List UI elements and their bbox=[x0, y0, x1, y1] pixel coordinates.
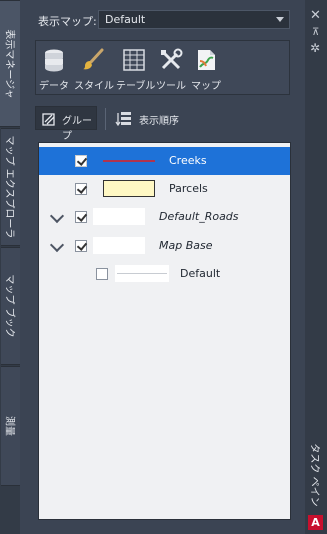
tools-label: ツール bbox=[156, 81, 186, 92]
layer-list[interactable]: Creeks Parcels Default_Roads Map Base De… bbox=[38, 142, 291, 520]
layer-row-parcels[interactable]: Parcels bbox=[39, 175, 290, 203]
map-select-value: Default bbox=[105, 13, 146, 26]
tab-map-explorer[interactable]: マップ エクスプローラ bbox=[1, 128, 20, 246]
style-button[interactable]: スタイル bbox=[74, 41, 114, 94]
database-icon bbox=[45, 49, 63, 72]
layer-name: Default bbox=[180, 267, 221, 280]
chevron-down-icon[interactable] bbox=[49, 208, 65, 224]
tab-survey[interactable]: 測量 bbox=[1, 366, 20, 486]
list-header: グループ 表示順序 bbox=[35, 106, 290, 142]
tab-label: 表示マネージャ bbox=[3, 28, 14, 99]
vertical-tab-strip: 表示マネージャ マップ エクスプローラ マップ ブック 測量 bbox=[0, 0, 21, 534]
chevron-down-icon[interactable] bbox=[49, 237, 65, 253]
layer-visibility-checkbox[interactable] bbox=[75, 240, 87, 252]
layer-visibility-checkbox[interactable] bbox=[75, 211, 87, 223]
map-select-label: 表示マップ: bbox=[38, 15, 97, 28]
group-icon bbox=[42, 113, 55, 126]
auto-hide-icon[interactable]: ⊼ bbox=[312, 27, 319, 38]
tab-display-manager[interactable]: 表示マネージャ bbox=[0, 0, 21, 127]
draw-order-icon bbox=[115, 112, 131, 127]
brush-icon bbox=[83, 48, 104, 70]
group-button-label: グループ bbox=[62, 116, 92, 142]
layer-row-creeks[interactable]: Creeks bbox=[39, 147, 290, 175]
layer-visibility-checkbox[interactable] bbox=[96, 268, 108, 280]
layer-swatch bbox=[93, 237, 145, 254]
data-label: データ bbox=[39, 81, 69, 92]
header-divider bbox=[105, 108, 106, 130]
map-button[interactable]: マップ bbox=[189, 41, 223, 94]
layer-row-default-roads[interactable]: Default_Roads bbox=[39, 203, 290, 231]
group-button[interactable]: グループ bbox=[35, 106, 97, 142]
layer-name: Parcels bbox=[169, 182, 208, 195]
layer-swatch bbox=[93, 208, 145, 225]
tab-label: マップ ブック bbox=[3, 274, 14, 338]
layer-name: Map Base bbox=[159, 239, 213, 252]
layer-row-map-base[interactable]: Map Base bbox=[39, 232, 290, 260]
layer-name: Creeks bbox=[169, 154, 207, 167]
chevron-down-icon bbox=[276, 17, 284, 22]
tab-label: 測量 bbox=[3, 416, 14, 436]
layer-row-default[interactable]: Default bbox=[39, 260, 290, 288]
layer-name: Default_Roads bbox=[159, 210, 239, 223]
table-icon bbox=[123, 49, 145, 71]
layer-visibility-checkbox[interactable] bbox=[75, 183, 87, 195]
map-icon bbox=[198, 50, 215, 70]
polygon-swatch bbox=[103, 180, 155, 197]
tab-label: マップ エクスプローラ bbox=[3, 135, 14, 239]
close-icon[interactable]: ✕ bbox=[310, 8, 321, 23]
tools-icon bbox=[161, 48, 183, 70]
tab-map-book[interactable]: マップ ブック bbox=[1, 247, 20, 365]
task-pane-strip: ✕ ⊼ ✲ タスク ペイン A bbox=[305, 0, 327, 534]
table-button[interactable]: テーブル bbox=[116, 41, 156, 94]
layer-visibility-checkbox[interactable] bbox=[75, 155, 87, 167]
task-pane-title: タスク ペイン bbox=[307, 440, 325, 510]
app-logo: A bbox=[308, 515, 323, 530]
data-button[interactable]: データ bbox=[38, 41, 70, 94]
line-swatch bbox=[103, 160, 155, 162]
draw-order-label: 表示順序 bbox=[139, 116, 179, 127]
line-swatch bbox=[115, 265, 169, 282]
task-pane-title-text: タスク ペイン bbox=[308, 443, 320, 507]
tools-button[interactable]: ツール bbox=[154, 41, 188, 94]
table-label: テーブル bbox=[116, 81, 156, 92]
map-label: マップ bbox=[191, 81, 221, 92]
settings-icon[interactable]: ✲ bbox=[310, 41, 320, 55]
map-select[interactable]: Default bbox=[98, 10, 290, 29]
toolbar: データ スタイル テーブル ツール マップ bbox=[35, 40, 290, 95]
style-label: スタイル bbox=[74, 81, 114, 92]
